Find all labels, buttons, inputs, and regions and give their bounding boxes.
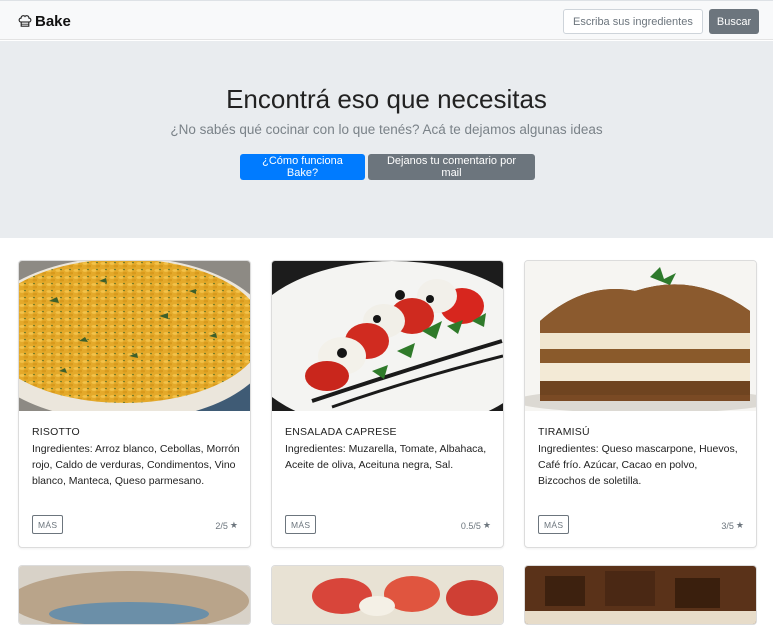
recipe-card-tiramisu: TIRAMISÚ Ingredientes: Queso mascarpone,… <box>524 260 757 548</box>
more-button[interactable]: MÁS <box>32 515 64 534</box>
recipe-ingredients: Ingredientes: Queso mascarpone, Huevos, … <box>538 443 738 487</box>
tiramisu-photo <box>525 261 756 411</box>
caprese-photo <box>272 261 503 411</box>
recipe-ingredients: Ingredientes: Arroz blanco, Cebollas, Mo… <box>32 443 240 487</box>
recipe-ingredients: Ingredientes: Muzarella, Tomate, Albahac… <box>285 443 487 471</box>
brand-logo[interactable]: Bake <box>17 11 71 31</box>
search-button[interactable]: Buscar <box>709 9 759 34</box>
ingredients-search-input[interactable] <box>563 9 703 34</box>
hero-jumbotron: Encontrá eso que necesitas ¿No sabés qué… <box>0 41 773 238</box>
hero-title: Encontrá eso que necesitas <box>226 84 547 114</box>
risotto-photo <box>19 261 250 411</box>
rating-value: 0.5/5 <box>460 520 481 531</box>
more-button[interactable]: MÁS <box>285 515 317 534</box>
hero-subtitle: ¿No sabés qué cocinar con lo que tenés? … <box>170 122 603 137</box>
rating-value: 3/5 <box>721 520 734 531</box>
recipe-card-partial-2 <box>271 565 504 625</box>
recipe-photo-partial-3 <box>525 566 756 624</box>
recipe-rating: 3/5 ★ <box>721 520 744 531</box>
recipe-photo-partial-1 <box>19 566 250 624</box>
recipe-card-partial-3 <box>524 565 757 625</box>
more-button[interactable]: MÁS <box>538 515 570 534</box>
star-icon: ★ <box>735 520 744 530</box>
recipe-title: TIRAMISÚ <box>538 426 590 438</box>
brand-name: Bake <box>35 12 71 30</box>
rating-value: 2/5 <box>215 520 228 531</box>
star-icon: ★ <box>229 520 238 530</box>
recipe-title: ENSALADA CAPRESE <box>285 426 397 438</box>
chef-hat-icon <box>18 15 32 27</box>
how-it-works-button[interactable]: ¿Cómo funciona Bake? <box>240 154 365 180</box>
navbar: Bake Buscar <box>0 0 773 40</box>
recipe-photo-partial-2 <box>272 566 503 624</box>
recipe-rating: 0.5/5 ★ <box>461 520 491 531</box>
star-icon: ★ <box>482 520 491 530</box>
recipe-card-risotto: RISOTTO Ingredientes: Arroz blanco, Cebo… <box>18 260 251 548</box>
recipe-card-partial-1 <box>18 565 251 625</box>
feedback-mail-button[interactable]: Dejanos tu comentario por mail <box>368 154 535 180</box>
recipe-rating: 2/5 ★ <box>215 520 238 531</box>
recipe-card-caprese: ENSALADA CAPRESE Ingredientes: Muzarella… <box>271 260 504 548</box>
recipe-title: RISOTTO <box>32 426 80 438</box>
